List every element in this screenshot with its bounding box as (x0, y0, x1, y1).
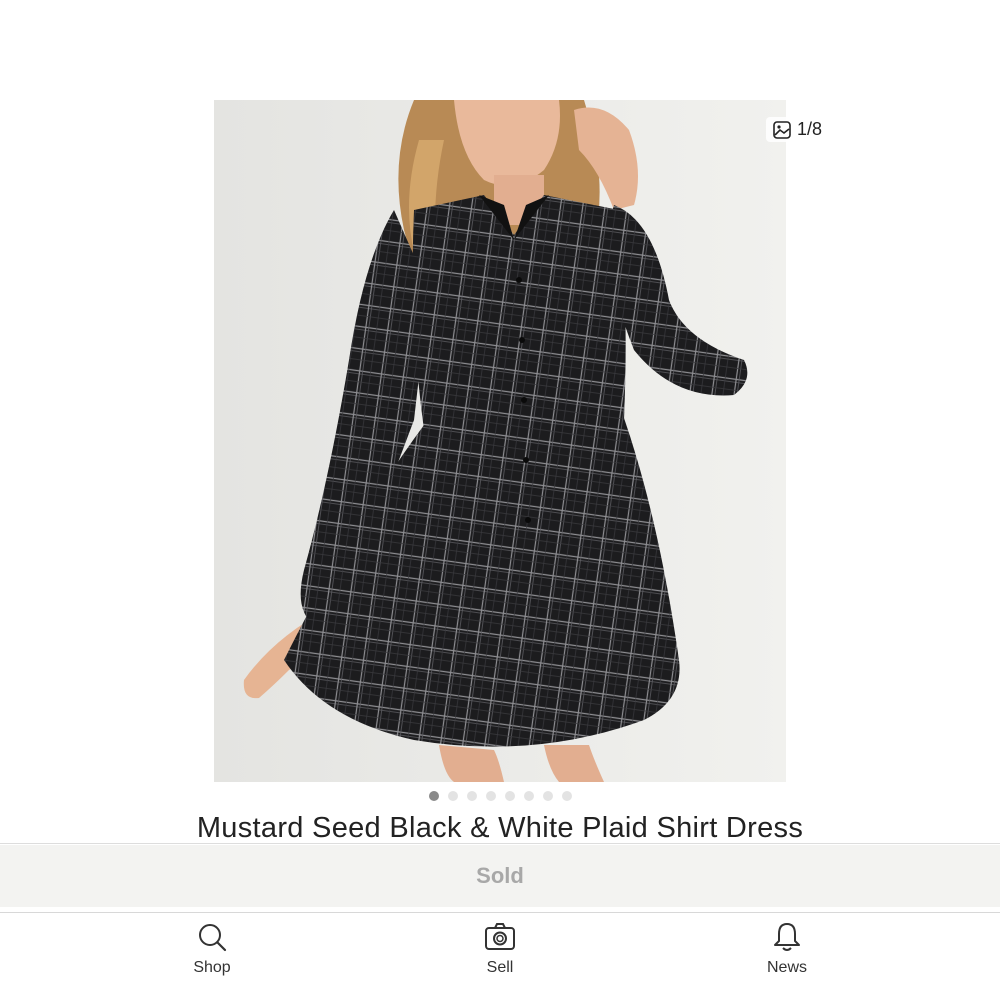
divider (0, 843, 1000, 844)
gallery-dot[interactable] (466, 791, 477, 801)
tab-sell[interactable]: Sell (440, 921, 560, 977)
product-photo[interactable] (214, 100, 786, 782)
image-counter[interactable]: 1/8 (766, 117, 829, 142)
sold-label: Sold (476, 863, 524, 888)
gallery-dot[interactable] (523, 791, 534, 801)
tab-shop-label: Shop (193, 959, 231, 976)
product-title: Mustard Seed Black & White Plaid Shirt D… (196, 812, 804, 844)
gallery-dot[interactable] (428, 791, 439, 801)
camera-icon (485, 923, 515, 950)
tab-sell-label: Sell (486, 959, 514, 976)
dress-illustration (214, 100, 786, 782)
gallery-dots (0, 791, 1000, 801)
tab-news-label: News (766, 959, 807, 976)
image-icon (773, 120, 791, 139)
bottom-tab-bar: Shop Sell News (0, 912, 1000, 1000)
image-counter-text: 1/8 (797, 119, 823, 139)
gallery-dot[interactable] (485, 791, 496, 801)
sold-status-bar: Sold (0, 845, 1000, 907)
bell-icon (774, 923, 800, 951)
gallery-dot[interactable] (561, 791, 572, 801)
tab-news[interactable]: News (727, 921, 847, 977)
tab-shop[interactable]: Shop (152, 921, 272, 977)
gallery-dot[interactable] (504, 791, 515, 801)
gallery-dot[interactable] (542, 791, 553, 801)
gallery-dot[interactable] (447, 791, 458, 801)
search-icon (199, 924, 227, 952)
